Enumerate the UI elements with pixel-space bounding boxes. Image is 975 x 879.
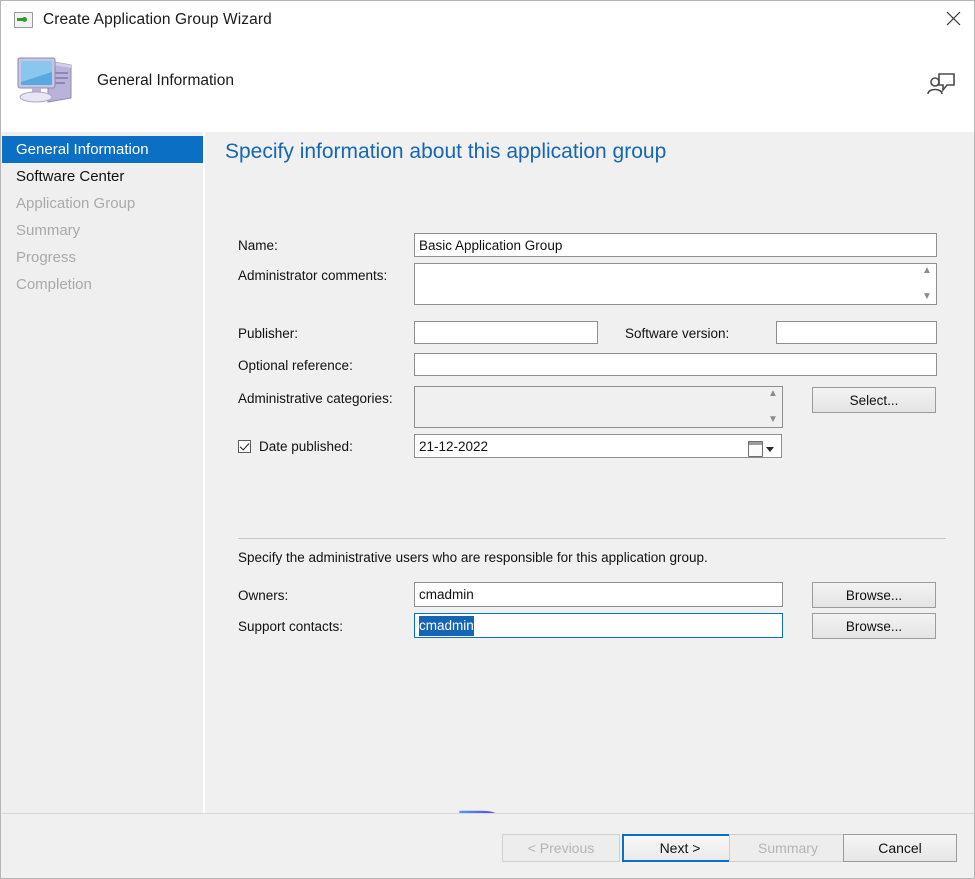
computer-icon bbox=[17, 57, 72, 103]
administrative-categories-scroll-arrows[interactable]: ▲ ▼ bbox=[765, 389, 781, 425]
create-application-group-wizard-window: Create Application Group Wizard General … bbox=[0, 0, 975, 879]
date-published-label: Date published: bbox=[259, 439, 353, 454]
wizard-step-list: General Information Software Center Appl… bbox=[2, 132, 205, 878]
sidebar-item-progress[interactable]: Progress bbox=[2, 244, 203, 271]
cancel-button[interactable]: Cancel bbox=[843, 834, 957, 862]
date-published-checkbox[interactable]: Date published: bbox=[238, 439, 353, 454]
close-icon bbox=[946, 11, 960, 25]
support-contacts-browse-button[interactable]: Browse... bbox=[812, 613, 936, 639]
summary-button[interactable]: Summary bbox=[729, 834, 847, 862]
sidebar-item-general-information[interactable]: General Information bbox=[2, 136, 203, 163]
sidebar-item-application-group[interactable]: Application Group bbox=[2, 190, 203, 217]
name-label: Name: bbox=[238, 238, 278, 253]
wizard-header: General Information bbox=[1, 39, 974, 133]
chevron-up-icon: ▲ bbox=[768, 388, 778, 399]
page-title: Specify information about this applicati… bbox=[225, 140, 667, 163]
close-button[interactable] bbox=[930, 1, 974, 35]
date-picker-controls[interactable] bbox=[748, 441, 774, 457]
checkbox-box bbox=[238, 440, 251, 453]
sidebar-item-label: Summary bbox=[16, 222, 81, 239]
publisher-input[interactable] bbox=[414, 321, 598, 344]
owners-input[interactable] bbox=[414, 582, 783, 607]
sidebar-item-label: Completion bbox=[16, 276, 92, 293]
feedback-person-icon[interactable] bbox=[926, 67, 956, 97]
publisher-label: Publisher: bbox=[238, 326, 299, 341]
date-published-input[interactable] bbox=[414, 434, 782, 458]
title-bar: Create Application Group Wizard bbox=[1, 1, 974, 39]
sidebar-item-label: Application Group bbox=[16, 195, 136, 212]
support-contacts-input[interactable]: cmadmin bbox=[414, 613, 783, 638]
select-categories-button[interactable]: Select... bbox=[812, 387, 936, 413]
sidebar-item-label: Software Center bbox=[16, 168, 125, 185]
administrative-categories-list[interactable] bbox=[414, 386, 783, 428]
sidebar-item-label: General Information bbox=[16, 141, 149, 158]
optional-reference-label: Optional reference: bbox=[238, 358, 353, 373]
administrator-comments-input[interactable] bbox=[414, 263, 937, 305]
optional-reference-input[interactable] bbox=[414, 353, 937, 376]
support-contacts-label: Support contacts: bbox=[238, 619, 344, 634]
chevron-up-icon: ▲ bbox=[922, 265, 932, 276]
owners-label: Owners: bbox=[238, 588, 289, 603]
previous-button[interactable]: < Previous bbox=[502, 834, 620, 862]
window-title: Create Application Group Wizard bbox=[43, 11, 272, 28]
sidebar-item-software-center[interactable]: Software Center bbox=[2, 163, 203, 190]
chevron-down-icon bbox=[766, 446, 774, 452]
wizard-footer: < Previous Next > Summary Cancel bbox=[2, 813, 974, 878]
administrator-comments-scroll-arrows[interactable]: ▲ ▼ bbox=[919, 266, 935, 302]
console-icon bbox=[14, 12, 33, 28]
administrative-categories-label: Administrative categories: bbox=[238, 391, 393, 406]
owners-browse-button[interactable]: Browse... bbox=[812, 582, 936, 608]
wizard-content-pane: Specify information about this applicati… bbox=[207, 132, 974, 878]
name-input[interactable] bbox=[414, 233, 937, 257]
sidebar-item-label: Progress bbox=[16, 249, 77, 266]
software-version-label: Software version: bbox=[625, 326, 730, 341]
chevron-down-icon: ▼ bbox=[922, 291, 932, 302]
sidebar-item-completion[interactable]: Completion bbox=[2, 271, 203, 298]
calendar-icon bbox=[748, 441, 763, 457]
header-title: General Information bbox=[97, 72, 234, 89]
wizard-body: General Information Software Center Appl… bbox=[1, 132, 974, 878]
administrator-comments-label: Administrator comments: bbox=[238, 268, 388, 283]
sidebar-item-summary[interactable]: Summary bbox=[2, 217, 203, 244]
support-contacts-value: cmadmin bbox=[419, 615, 474, 636]
next-button[interactable]: Next > bbox=[622, 834, 738, 862]
chevron-down-icon: ▼ bbox=[768, 414, 778, 425]
software-version-input[interactable] bbox=[776, 321, 937, 344]
admin-users-note: Specify the administrative users who are… bbox=[238, 550, 708, 565]
section-divider bbox=[238, 538, 946, 539]
